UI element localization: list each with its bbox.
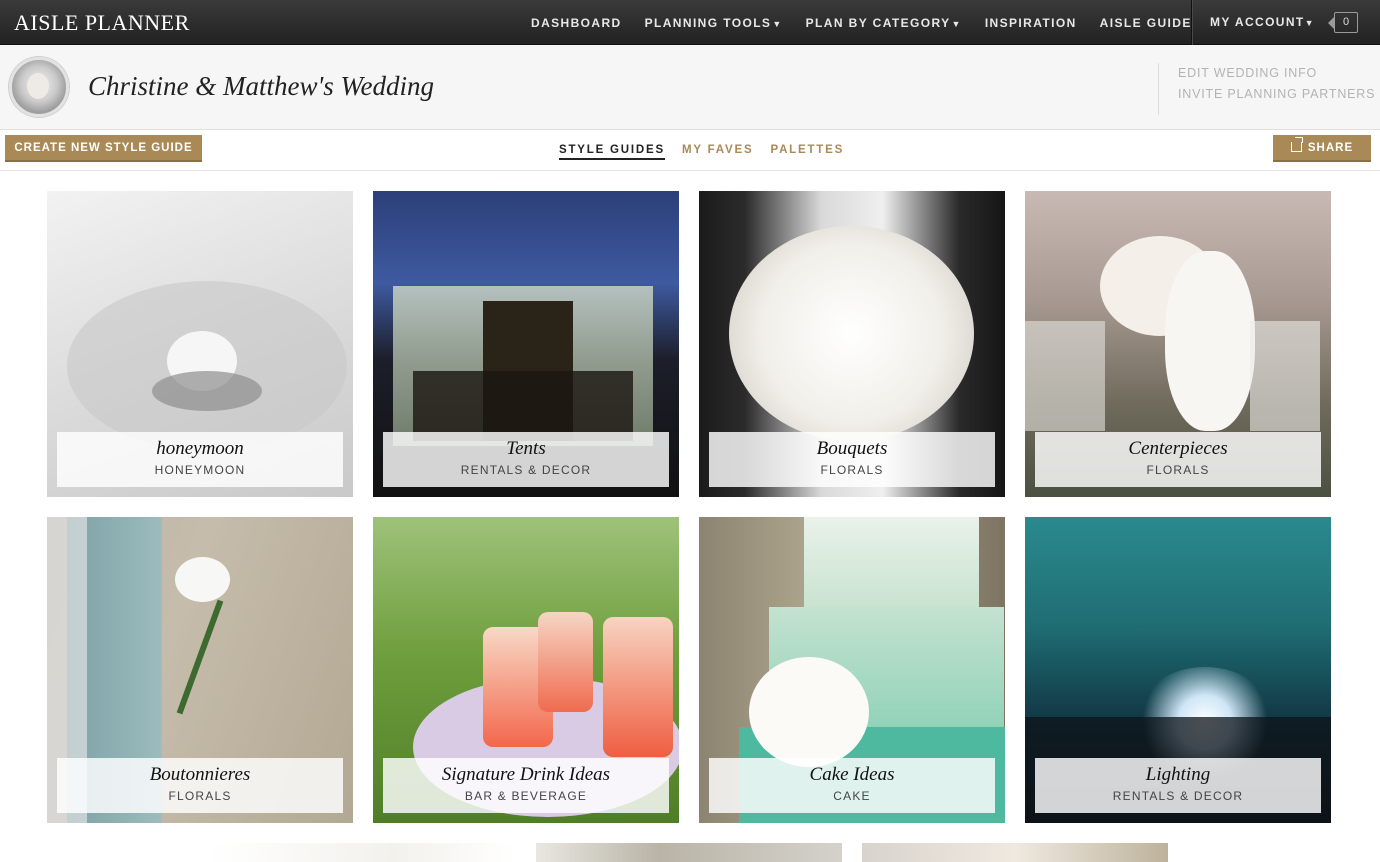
- chevron-down-icon: ▼: [772, 18, 783, 29]
- nav-aisle-guide[interactable]: AISLE GUIDE: [1100, 16, 1192, 30]
- card-label: Bouquets FLORALS: [709, 432, 995, 487]
- card-label: honeymoon HONEYMOON: [57, 432, 343, 487]
- card-title: Centerpieces: [1128, 438, 1228, 459]
- style-guide-card-partial-3[interactable]: [862, 843, 1168, 862]
- style-guide-card-tents[interactable]: Tents RENTALS & DECOR: [373, 191, 679, 497]
- chevron-down-icon: ▼: [1304, 18, 1315, 28]
- style-guide-toolbar: CREATE NEW STYLE GUIDE STYLE GUIDES MY F…: [0, 130, 1380, 171]
- card-category: HONEYMOON: [154, 463, 246, 477]
- edit-wedding-info-link[interactable]: EDIT WEDDING INFO: [1178, 63, 1375, 84]
- card-category: CAKE: [833, 789, 871, 803]
- avatar-face: [27, 73, 49, 99]
- card-title: Lighting: [1145, 764, 1211, 785]
- photo-guests: [413, 371, 633, 441]
- style-guide-card-signature-drinks[interactable]: Signature Drink Ideas BAR & BEVERAGE: [373, 517, 679, 823]
- card-category: RENTALS & DECOR: [1112, 789, 1244, 803]
- card-category: FLORALS: [168, 789, 232, 803]
- wedding-header: Christine & Matthew's Wedding EDIT WEDDI…: [0, 45, 1380, 130]
- photo-waiter-left: [1025, 321, 1105, 431]
- nav-divider: [1191, 0, 1192, 45]
- card-category: RENTALS & DECOR: [460, 463, 592, 477]
- photo-bouquet: [729, 226, 974, 441]
- card-label: Centerpieces FLORALS: [1035, 432, 1321, 487]
- nav-inspiration[interactable]: INSPIRATION: [985, 16, 1077, 30]
- create-style-guide-button[interactable]: CREATE NEW STYLE GUIDE: [5, 135, 202, 162]
- card-title: Boutonnieres: [149, 764, 251, 785]
- card-label: Lighting RENTALS & DECOR: [1035, 758, 1321, 813]
- tab-style-guides[interactable]: STYLE GUIDES: [559, 144, 665, 160]
- card-title: honeymoon: [156, 438, 244, 459]
- card-title: Cake Ideas: [809, 764, 895, 785]
- photo-waiter-right: [1250, 321, 1320, 431]
- chevron-down-icon: ▼: [951, 18, 962, 29]
- style-guide-card-partial-2[interactable]: [536, 843, 842, 862]
- page-title: Christine & Matthew's Wedding: [88, 71, 435, 101]
- photo-jar-2: [538, 612, 593, 712]
- invite-partners-link[interactable]: INVITE PLANNING PARTNERS: [1178, 84, 1375, 105]
- share-icon: [1290, 137, 1303, 152]
- site-logo[interactable]: AISLE PLANNER: [14, 10, 190, 36]
- card-category: FLORALS: [1146, 463, 1210, 477]
- cart-count-badge[interactable]: 0: [1328, 12, 1358, 33]
- style-guide-card-boutonnieres[interactable]: Boutonnieres FLORALS: [47, 517, 353, 823]
- tab-my-faves[interactable]: MY FAVES: [682, 144, 754, 160]
- photo-flower: [749, 657, 869, 767]
- photo-orchids: [1165, 251, 1255, 431]
- top-nav: AISLE PLANNER DASHBOARD PLANNING TOOLS▼ …: [0, 0, 1380, 45]
- photo-stem: [176, 599, 224, 715]
- card-title: Signature Drink Ideas: [441, 764, 611, 785]
- style-guide-card-bouquets[interactable]: Bouquets FLORALS: [699, 191, 1005, 497]
- nav-plan-by-category[interactable]: PLAN BY CATEGORY▼: [806, 16, 962, 30]
- photo-flower: [175, 557, 230, 602]
- style-guide-card-cake[interactable]: Cake Ideas CAKE: [699, 517, 1005, 823]
- share-button[interactable]: SHARE: [1273, 135, 1371, 162]
- my-account-menu[interactable]: MY ACCOUNT▼: [1210, 15, 1315, 29]
- card-label: Boutonnieres FLORALS: [57, 758, 343, 813]
- card-title: Bouquets: [816, 438, 888, 459]
- card-label: Signature Drink Ideas BAR & BEVERAGE: [383, 758, 669, 813]
- card-label: Cake Ideas CAKE: [709, 758, 995, 813]
- card-category: FLORALS: [820, 463, 884, 477]
- photo-jar-3: [603, 617, 673, 757]
- photo-napkin: [152, 371, 262, 411]
- style-guide-card-centerpieces[interactable]: Centerpieces FLORALS: [1025, 191, 1331, 497]
- style-guide-card-honeymoon[interactable]: honeymoon HONEYMOON: [47, 191, 353, 497]
- wedding-links: EDIT WEDDING INFO INVITE PLANNING PARTNE…: [1158, 63, 1375, 115]
- photo-cake-top: [804, 517, 979, 607]
- card-category: BAR & BEVERAGE: [464, 789, 588, 803]
- tab-palettes[interactable]: PALETTES: [770, 144, 844, 160]
- card-title: Tents: [506, 438, 546, 459]
- nav-dashboard[interactable]: DASHBOARD: [531, 16, 622, 30]
- card-label: Tents RENTALS & DECOR: [383, 432, 669, 487]
- avatar[interactable]: [9, 57, 69, 117]
- nav-planning-tools[interactable]: PLANNING TOOLS▼: [645, 16, 783, 30]
- main-nav: DASHBOARD PLANNING TOOLS▼ PLAN BY CATEGO…: [531, 0, 1215, 45]
- tab-bar: STYLE GUIDES MY FAVES PALETTES: [559, 144, 861, 160]
- style-guide-card-partial-1[interactable]: [210, 843, 516, 862]
- style-guide-card-lighting[interactable]: Lighting RENTALS & DECOR: [1025, 517, 1331, 823]
